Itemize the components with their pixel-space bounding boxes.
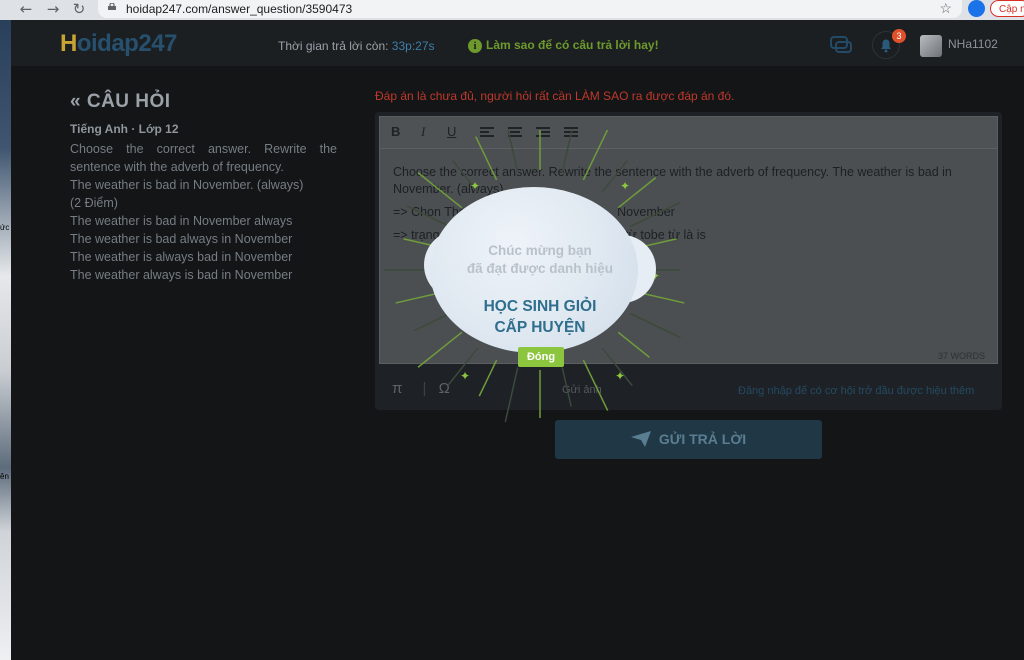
desktop-label: ức [0,223,10,232]
firework-ray [406,205,451,228]
desktop-label: ên [0,472,9,481]
firework-ray [478,359,498,397]
send-icon [630,431,651,447]
reload-icon[interactable]: ↻ [70,0,88,18]
firework-ray [504,367,519,423]
question-option: The weather is always bad in November [70,250,293,264]
question-body: Choose the correct answer. Rewrite the s… [70,140,337,284]
popup-congrats-line: Chúc mừng bạn [488,243,592,258]
timer-value: 33p:27s [391,39,435,53]
popup-congrats: Chúc mừng bạn đã đạt được danh hiệu [445,242,635,278]
question-subject: Tiếng Anh · Lớp 12 [70,122,179,136]
firework-ray [629,201,681,228]
firework-ray [475,136,498,181]
question-option: The weather is bad always in November [70,232,293,246]
firework-ray [561,367,572,407]
firework-ray [582,359,609,411]
sparkle-icon: ✦ [620,179,630,193]
answer-timer: Thời gian trả lời còn: 33p:27s [278,39,435,53]
question-heading-text: CÂU HỎI [86,91,171,112]
submit-label: GỬI TRẢ LỜI [658,431,747,447]
update-button[interactable]: Cập n [990,0,1024,17]
answer-tip-link[interactable]: i Làm sao để có câu trả lời hay! [468,38,659,53]
question-option: The weather is bad in November always [70,214,293,228]
word-count: 37 WORDS [937,351,985,361]
sparkle-icon: ✦ [460,369,470,383]
url-text[interactable]: hoidap247.com/answer_question/3590473 [126,2,352,16]
chat-icon[interactable] [830,36,852,54]
timer-label: Thời gian trả lời còn: [278,39,392,53]
question-points: (2 Điểm) [70,196,118,210]
popup-congrats-line: đã đạt được danh hiệu [466,261,614,276]
sparkle-icon: ✦ [615,369,625,383]
username[interactable]: NHa1102 [948,37,998,51]
firework-ray [629,312,681,339]
question-option: The weather always is bad in November [70,268,293,282]
desktop-background-strip: ức ên [0,20,11,660]
forward-arrow-icon[interactable]: → [44,0,62,18]
address-bar[interactable]: hoidap247.com/answer_question/3590473 ☆ [98,0,962,18]
notification-count-badge: 3 [892,29,906,43]
firework-ray [582,130,609,181]
lock-icon [108,3,116,10]
close-popup-button[interactable]: Đóng [518,347,564,367]
award-title-line: HỌC SINH GIỎI [483,298,597,315]
award-title-line: CẤP HUYỆN [494,319,586,336]
question-sentence: The weather is bad in November. (always) [70,178,304,192]
logo-text: oidap247 [76,30,178,57]
logo-letter: H [60,30,77,57]
bookmark-star-icon[interactable]: ☆ [939,0,952,17]
avatar[interactable] [920,35,942,57]
firework-ray [561,130,573,173]
bottom-link[interactable]: Đăng nhập để có cơ hội trở đầu được hiệu… [738,385,974,397]
info-icon: i [468,39,482,53]
answer-warning: Đáp án là chưa đủ, người hỏi rất cần LÀM… [375,89,735,103]
double-chevron-left-icon: « [70,91,82,112]
sparkle-icon: ✦ [470,179,480,193]
tip-text: Làm sao để có câu trả lời hay! [486,38,659,52]
site-logo[interactable]: Hoidap247 [60,30,177,58]
profile-icon[interactable] [968,0,985,17]
firework-ray [417,172,463,209]
popup-award-title: HỌC SINH GIỎI CẤP HUYỆN [445,296,635,338]
firework-ray [507,130,519,173]
back-arrow-icon[interactable]: ← [17,0,35,18]
question-prompt: Choose the correct answer. Rewrite the s… [70,142,337,174]
question-heading: « CÂU HỎI [70,91,171,113]
browser-toolbar: ← → ↻ hoidap247.com/answer_question/3590… [0,0,1024,20]
